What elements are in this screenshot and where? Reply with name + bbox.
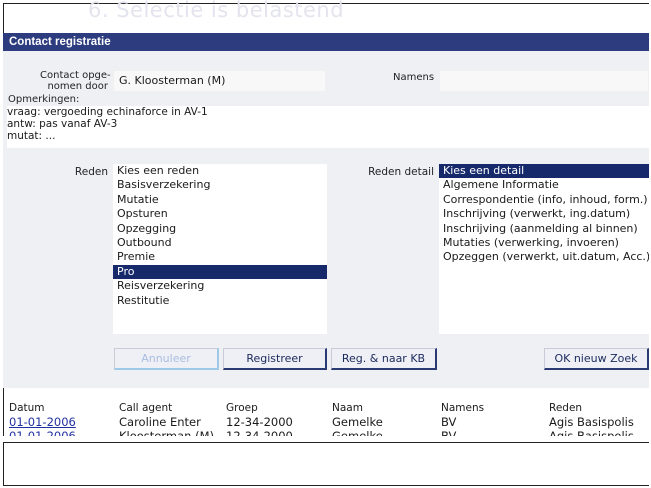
history-header: Datum Call agent Groep Naam Namens Reden (0, 402, 651, 416)
cell-call-agent: Caroline Enter (119, 415, 201, 429)
reden-option[interactable]: Basisverzekering (113, 178, 327, 192)
col-call-agent: Call agent (119, 402, 173, 414)
col-groep: Groep (226, 402, 258, 414)
reden-detail-option[interactable]: Inschrijving (verwerkt, ing.datum) (439, 207, 649, 221)
reden-option[interactable]: Reisverzekering (113, 279, 327, 293)
col-namens: Namens (441, 402, 485, 414)
namens-field[interactable] (439, 70, 649, 92)
cell-groep: 12-34-2000 (226, 415, 293, 429)
note-line: antw: pas vanaf AV-3 (7, 118, 118, 130)
col-reden: Reden (549, 402, 583, 414)
reden-detail-option[interactable]: Opzeggen (verwerkt, uit.datum, Acc.) (439, 250, 649, 264)
contact-label-line2: nomen door (47, 81, 108, 92)
reden-detail-option[interactable]: Correspondentie (info, inhoud, form.) (439, 193, 649, 207)
reg-naar-kb-button[interactable]: Reg. & naar KB (331, 348, 437, 370)
window-title: Contact registratie (3, 33, 649, 51)
opmerkingen-textarea[interactable]: vraag: vergoeding echinaforce in AV-1 an… (7, 106, 649, 148)
reden-option[interactable]: Opzegging (113, 222, 327, 236)
reden-detail-option[interactable]: Kies een detail (439, 164, 649, 179)
col-naam: Naam (332, 402, 363, 414)
registreer-button[interactable]: Registreer (223, 348, 327, 370)
reden-listbox[interactable]: Kies een reden Basisverzekering Mutatie Ops… (113, 164, 327, 334)
ghost-slide-title: 6. Selectie is belastend (88, 0, 345, 22)
table-row[interactable]: 01-01-2006 Caroline Enter 12-34-2000 Gem… (0, 415, 651, 429)
window-bottom-border (3, 442, 649, 443)
namens-label: Namens (393, 72, 435, 83)
opmerkingen-label: Opmerkingen: (8, 94, 80, 105)
reden-option[interactable]: Mutatie (113, 193, 327, 207)
datum-link[interactable]: 01-01-2006 (9, 415, 76, 429)
reden-detail-option[interactable]: Mutaties (verwerking, invoeren) (439, 236, 649, 250)
reden-detail-listbox[interactable]: Kies een detail Algemene Informatie Corres… (439, 164, 649, 334)
cell-reden: Agis Basispolis (549, 415, 634, 429)
note-line: vraag: vergoeding echinaforce in AV-1 (7, 106, 208, 118)
reden-option[interactable]: Pro (113, 264, 327, 280)
contact-field[interactable]: G. Kloosterman (M) (113, 70, 326, 92)
reden-option[interactable]: Kies een reden (113, 164, 327, 178)
contact-label-line1: Contact opge- (40, 70, 111, 81)
reden-option[interactable]: Premie (113, 250, 327, 264)
ok-nieuw-zoek-button[interactable]: OK nieuw Zoek (544, 348, 649, 370)
cell-naam: Gemelke (332, 415, 383, 429)
reden-detail-option[interactable]: Algemene Informatie (439, 178, 649, 192)
reden-label: Reden (74, 166, 108, 178)
reden-option[interactable]: Outbound (113, 236, 327, 250)
note-line: mutat: ... (7, 130, 56, 142)
annuleer-button[interactable]: Annuleer (114, 348, 219, 370)
reden-option[interactable]: Opsturen (113, 207, 327, 221)
cell-namens: BV (441, 415, 457, 429)
reden-detail-label: Reden detail (368, 166, 434, 178)
reden-detail-option[interactable]: Inschrijving (aanmelding al binnen) (439, 222, 649, 236)
col-datum: Datum (9, 402, 45, 414)
reden-option[interactable]: Restitutie (113, 294, 327, 308)
